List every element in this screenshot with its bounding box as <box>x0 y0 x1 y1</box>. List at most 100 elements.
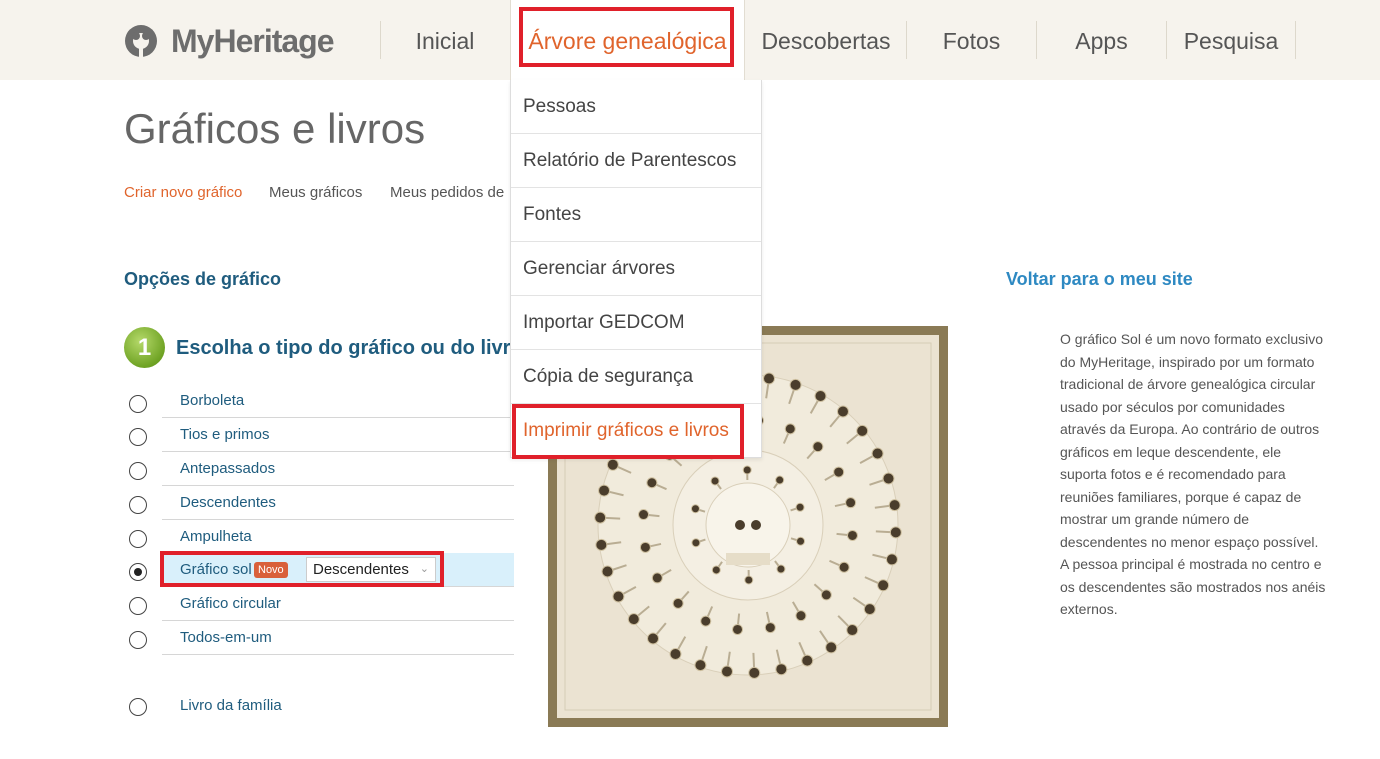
outer-person-photo <box>669 648 682 661</box>
radio-todos-em-um[interactable] <box>129 631 147 649</box>
middle-person-photo <box>784 423 796 435</box>
outer-person-photo <box>846 624 859 637</box>
outer-person-photo <box>763 372 776 385</box>
radio-tios-e-primos[interactable] <box>129 428 147 446</box>
sun-chart-type-select[interactable]: Descendentes ⌄ <box>306 557 436 582</box>
middle-person-photo <box>646 477 658 489</box>
option-row: Ampulheta <box>162 520 514 554</box>
menu-item-pessoas[interactable]: Pessoas <box>511 80 761 134</box>
option-label-livro-familia[interactable]: Livro da família <box>180 697 282 714</box>
chevron-down-icon: ⌄ <box>419 563 429 575</box>
radio-descendentes[interactable] <box>129 496 147 514</box>
outer-person-photo <box>748 666 761 679</box>
inner-person-photo <box>776 564 786 574</box>
option-label-tios-e-primos[interactable]: Tios e primos <box>180 426 269 443</box>
outer-person-photo <box>594 511 607 524</box>
middle-person-photo <box>672 597 684 609</box>
middle-person-photo <box>838 561 850 573</box>
option-label-borboleta[interactable]: Borboleta <box>180 392 244 409</box>
outer-person-photo <box>598 484 611 497</box>
myheritage-logo-icon <box>125 25 157 58</box>
nav-fotos[interactable]: Fotos <box>907 0 1036 80</box>
option-row: Descendentes <box>162 486 514 520</box>
root-spouse-photo <box>751 520 761 530</box>
radio-antepassados[interactable] <box>129 462 147 480</box>
middle-person-photo <box>638 509 650 521</box>
outer-person-photo <box>789 378 802 391</box>
nav-separator <box>1295 21 1296 59</box>
page-title: Gráficos e livros <box>124 105 426 152</box>
outer-person-photo <box>606 458 619 471</box>
subnav-meus-pedidos[interactable]: Meus pedidos de p <box>390 184 508 201</box>
option-label-ampulheta[interactable]: Ampulheta <box>180 528 252 545</box>
option-label-descendentes[interactable]: Descendentes <box>180 494 276 511</box>
outer-person-photo <box>775 663 788 676</box>
radio-grafico-sol[interactable] <box>129 563 147 581</box>
middle-person-photo <box>833 466 845 478</box>
back-to-site-link[interactable]: Voltar para o meu site <box>1006 269 1193 290</box>
outer-person-photo <box>882 472 895 485</box>
outer-person-photo <box>856 424 869 437</box>
menu-item-importar-gedcom[interactable]: Importar GEDCOM <box>511 296 761 350</box>
option-row: Tios e primos <box>162 418 514 452</box>
arvore-dropdown-menu: Pessoas Relatório de Parentescos Fontes … <box>510 80 762 458</box>
middle-person-photo <box>846 529 858 541</box>
chart-description: O gráfico Sol é um novo formato exclusiv… <box>1060 331 1326 617</box>
menu-item-fontes[interactable]: Fontes <box>511 188 761 242</box>
option-label-todos-em-um[interactable]: Todos-em-um <box>180 629 272 646</box>
radio-grafico-circular[interactable] <box>129 597 147 615</box>
outer-person-photo <box>595 538 608 551</box>
new-badge: Novo <box>254 562 288 578</box>
outer-person-photo <box>863 603 876 616</box>
option-label-grafico-sol[interactable]: Gráfico sol <box>180 561 252 578</box>
nav-pesquisa[interactable]: Pesquisa <box>1167 0 1295 80</box>
outer-person-photo <box>825 641 838 654</box>
radio-ampulheta[interactable] <box>129 530 147 548</box>
option-row: Gráfico circular <box>162 587 514 621</box>
option-row: Antepassados <box>162 452 514 486</box>
option-row: Borboleta <box>162 384 514 418</box>
outer-person-photo <box>801 654 814 667</box>
subnav-criar-novo-grafico[interactable]: Criar novo gráfico <box>124 184 242 201</box>
menu-item-copia-seguranca[interactable]: Cópia de segurança <box>511 350 761 404</box>
radio-borboleta[interactable] <box>129 395 147 413</box>
inner-person-photo <box>775 475 785 485</box>
outer-person-photo <box>694 659 707 672</box>
myheritage-logo[interactable]: MyHeritage <box>122 22 334 60</box>
outer-person-photo <box>627 613 640 626</box>
top-navigation-bar: MyHeritage Inicial Árvore genealógica De… <box>0 0 1380 80</box>
inner-person-photo <box>795 502 805 512</box>
outer-person-photo <box>871 447 884 460</box>
outer-person-photo <box>612 590 625 603</box>
middle-person-photo <box>845 497 857 509</box>
menu-item-gerenciar-arvores[interactable]: Gerenciar árvores <box>511 242 761 296</box>
nav-arvore-genealogica[interactable]: Árvore genealógica <box>510 0 745 80</box>
select-value: Descendentes <box>313 561 409 578</box>
middle-person-photo <box>639 541 651 553</box>
option-label-grafico-circular[interactable]: Gráfico circular <box>180 595 281 612</box>
outer-person-photo <box>888 499 901 512</box>
inner-person-photo <box>742 465 752 475</box>
section-heading-opcoes: Opções de gráfico <box>124 269 282 289</box>
menu-item-imprimir-graficos[interactable]: Imprimir gráficos e livros <box>511 404 761 458</box>
middle-person-photo <box>732 623 744 635</box>
center-logo-plate <box>726 553 770 565</box>
option-row-selected: Gráfico sol Novo Descendentes ⌄ <box>162 553 514 587</box>
subnav-meus-graficos[interactable]: Meus gráficos <box>269 184 362 201</box>
radio-livro-familia[interactable] <box>129 698 147 716</box>
outer-person-photo <box>885 553 898 566</box>
menu-item-relatorio-parentescos[interactable]: Relatório de Parentescos <box>511 134 761 188</box>
nav-apps[interactable]: Apps <box>1037 0 1166 80</box>
middle-person-photo <box>651 572 663 584</box>
inner-person-photo <box>691 538 701 548</box>
nav-inicial[interactable]: Inicial <box>381 0 509 80</box>
outer-person-photo <box>877 579 890 592</box>
middle-person-photo <box>812 441 824 453</box>
outer-person-photo <box>647 632 660 645</box>
inner-person-photo <box>711 565 721 575</box>
inner-person-photo <box>690 504 700 514</box>
middle-person-photo <box>795 610 807 622</box>
inner-person-photo <box>796 536 806 546</box>
nav-descobertas[interactable]: Descobertas <box>746 0 906 80</box>
option-label-antepassados[interactable]: Antepassados <box>180 460 275 477</box>
